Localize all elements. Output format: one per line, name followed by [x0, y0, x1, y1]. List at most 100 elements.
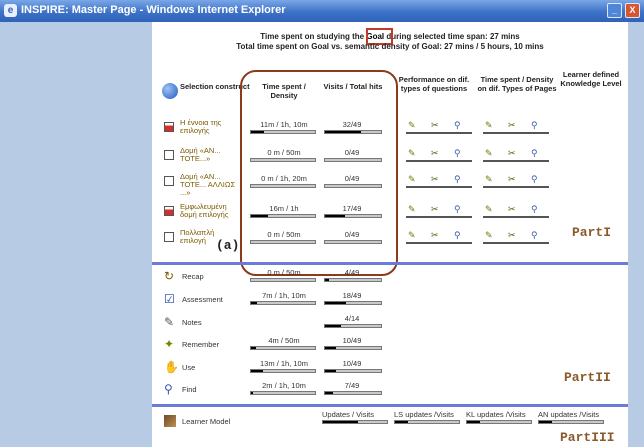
activity-time-bar — [250, 278, 316, 282]
activity-time-bar — [250, 346, 316, 350]
construct-pages-tool-icon: ✂ — [508, 204, 516, 214]
construct-pages-tool-icon: ✂ — [508, 174, 516, 184]
construct-checkbox[interactable] — [164, 122, 174, 132]
use-icon: ✋ — [164, 360, 179, 374]
activity-time-bar — [250, 391, 316, 395]
activity-visits: 18/49 — [342, 291, 362, 300]
construct-perf-magnifier-icon: ⚲ — [454, 174, 461, 184]
construct-pages-bullet-icon: ✎ — [485, 120, 493, 130]
construct-pages-magnifier-icon: ⚲ — [531, 230, 538, 240]
an-updates-label: AN updates /Visits — [538, 410, 600, 419]
activity-label[interactable]: Assessment — [182, 295, 223, 304]
activity-label[interactable]: Recap — [182, 272, 204, 281]
construct-visits: 32/49 — [342, 120, 362, 129]
activity-visits-bar — [324, 369, 382, 373]
construct-perf-tool-icon: ✂ — [431, 148, 439, 158]
construct-label[interactable]: Πολλαπλή επιλογή — [180, 229, 236, 245]
construct-pages-bullet-icon: ✎ — [485, 148, 493, 158]
activity-label[interactable]: Use — [182, 363, 195, 372]
activity-visits: 4/14 — [344, 314, 360, 323]
construct-visits: 0/49 — [344, 148, 360, 157]
activity-time: 13m / 1h, 10m — [260, 359, 308, 368]
construct-perf-bullet-icon: ✎ — [408, 120, 416, 130]
activity-time-bar-fill — [251, 370, 264, 372]
minimize-button[interactable]: _ — [607, 3, 622, 18]
header-time-pages: Time spent / Density on dif. Types of Pa… — [477, 75, 557, 93]
section-divider-1 — [152, 262, 628, 265]
activity-visits-bar — [324, 301, 382, 305]
construct-pages-underline — [483, 242, 549, 244]
activity-label[interactable]: Remember — [182, 340, 219, 349]
learner-model-bar-fill — [539, 421, 552, 423]
activity-visits-bar-fill — [325, 325, 341, 327]
construct-pages-tool-icon: ✂ — [508, 148, 516, 158]
activity-visits-bar-fill — [325, 279, 330, 281]
part-label-3: PartIII — [560, 430, 615, 445]
kl-updates-label: KL updates /Visits — [466, 410, 526, 419]
activity-visits-bar — [324, 278, 382, 282]
construct-perf-underline — [406, 216, 472, 218]
construct-visits-bar — [324, 240, 382, 244]
left-sidebar — [0, 22, 152, 447]
notes-icon: ✎ — [164, 315, 175, 329]
construct-pages-magnifier-icon: ⚲ — [531, 148, 538, 158]
construct-checkbox[interactable] — [164, 232, 174, 242]
construct-label[interactable]: Δομή «ΑΝ... ΤΟΤΕ...» — [180, 147, 236, 163]
activity-visits-bar-fill — [325, 392, 333, 394]
activity-visits-bar — [324, 346, 382, 350]
activity-visits-bar — [324, 324, 382, 328]
construct-perf-tool-icon: ✂ — [431, 204, 439, 214]
construct-visits: 17/49 — [342, 204, 362, 213]
construct-perf-underline — [406, 160, 472, 162]
construct-time-bar — [250, 184, 316, 188]
activity-time-bar — [250, 301, 316, 305]
activity-time-bar-fill — [251, 347, 257, 349]
section-divider-2 — [152, 404, 628, 407]
activity-visits: 4/49 — [344, 268, 360, 277]
learner-model-bar — [322, 420, 388, 424]
construct-pages-magnifier-icon: ⚲ — [531, 174, 538, 184]
header-learner-level: Learner defined Knowledge Level — [560, 70, 622, 88]
close-button[interactable]: X — [625, 3, 640, 18]
part-label-2: PartII — [564, 370, 611, 385]
construct-pages-underline — [483, 132, 549, 134]
activity-visits: 10/49 — [342, 336, 362, 345]
recap-icon: ↻ — [164, 269, 175, 283]
activity-label[interactable]: Find — [182, 385, 197, 394]
activity-visits-bar-fill — [325, 302, 346, 304]
construct-perf-bullet-icon: ✎ — [408, 148, 416, 158]
construct-time: 16m / 1h — [269, 204, 299, 213]
construct-pages-underline — [483, 160, 549, 162]
construct-visits-bar — [324, 214, 382, 218]
learner-model-bar-fill — [467, 421, 480, 423]
construct-label[interactable]: Εμφωλευμένη δομή επιλογής — [180, 203, 236, 219]
ls-updates-label: LS updates /Visits — [394, 410, 454, 419]
construct-pages-tool-icon: ✂ — [508, 230, 516, 240]
activity-label[interactable]: Notes — [182, 318, 202, 327]
construct-perf-bullet-icon: ✎ — [408, 174, 416, 184]
construct-pages-bullet-icon: ✎ — [485, 204, 493, 214]
construct-perf-bullet-icon: ✎ — [408, 230, 416, 240]
activity-time: 7m / 1h, 10m — [262, 291, 306, 300]
construct-checkbox[interactable] — [164, 150, 174, 160]
updates-visits-label: Updates / Visits — [322, 410, 374, 419]
construct-pages-bullet-icon: ✎ — [485, 174, 493, 184]
construct-perf-magnifier-icon: ⚲ — [454, 230, 461, 240]
construct-label[interactable]: Η έννοια της επιλογής — [180, 119, 236, 135]
learner-model-label[interactable]: Learner Model — [182, 417, 230, 426]
highlight-oval — [240, 70, 398, 276]
part-label-1: PartI — [572, 225, 612, 240]
activity-time: 2m / 1h, 10m — [262, 381, 306, 390]
construct-checkbox[interactable] — [164, 176, 174, 186]
learner-model-bar-fill — [323, 421, 359, 423]
activity-visits: 10/49 — [342, 359, 362, 368]
construct-pages-underline — [483, 186, 549, 188]
construct-label[interactable]: Δομή «ΑΝ... ΤΟΤΕ... ΑΛΛΙΩΣ ...» — [180, 173, 236, 197]
construct-visits: 0/49 — [344, 230, 360, 239]
construct-visits-bar-fill — [325, 215, 345, 217]
activity-time: 4m / 50m — [268, 336, 300, 345]
construct-checkbox[interactable] — [164, 206, 174, 216]
activity-time-bar — [250, 369, 316, 373]
construct-perf-magnifier-icon: ⚲ — [454, 204, 461, 214]
construct-time-bar-fill — [251, 131, 264, 133]
